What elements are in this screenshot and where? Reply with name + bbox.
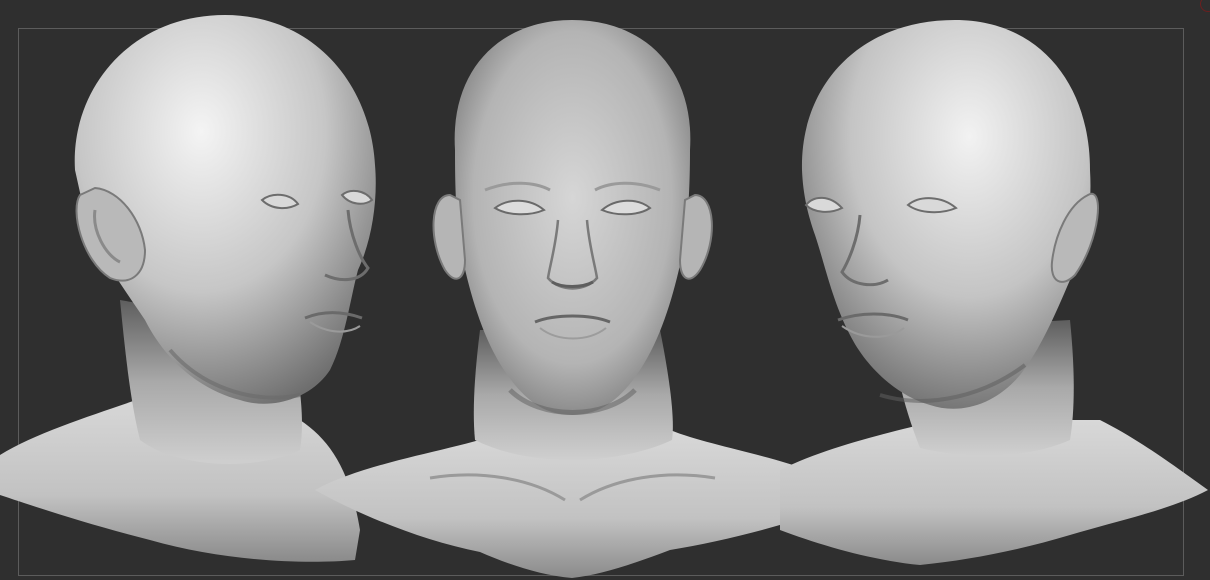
sculpt-viewport[interactable] [0, 0, 1210, 580]
head-bust-three-quarter-left[interactable] [770, 0, 1210, 580]
